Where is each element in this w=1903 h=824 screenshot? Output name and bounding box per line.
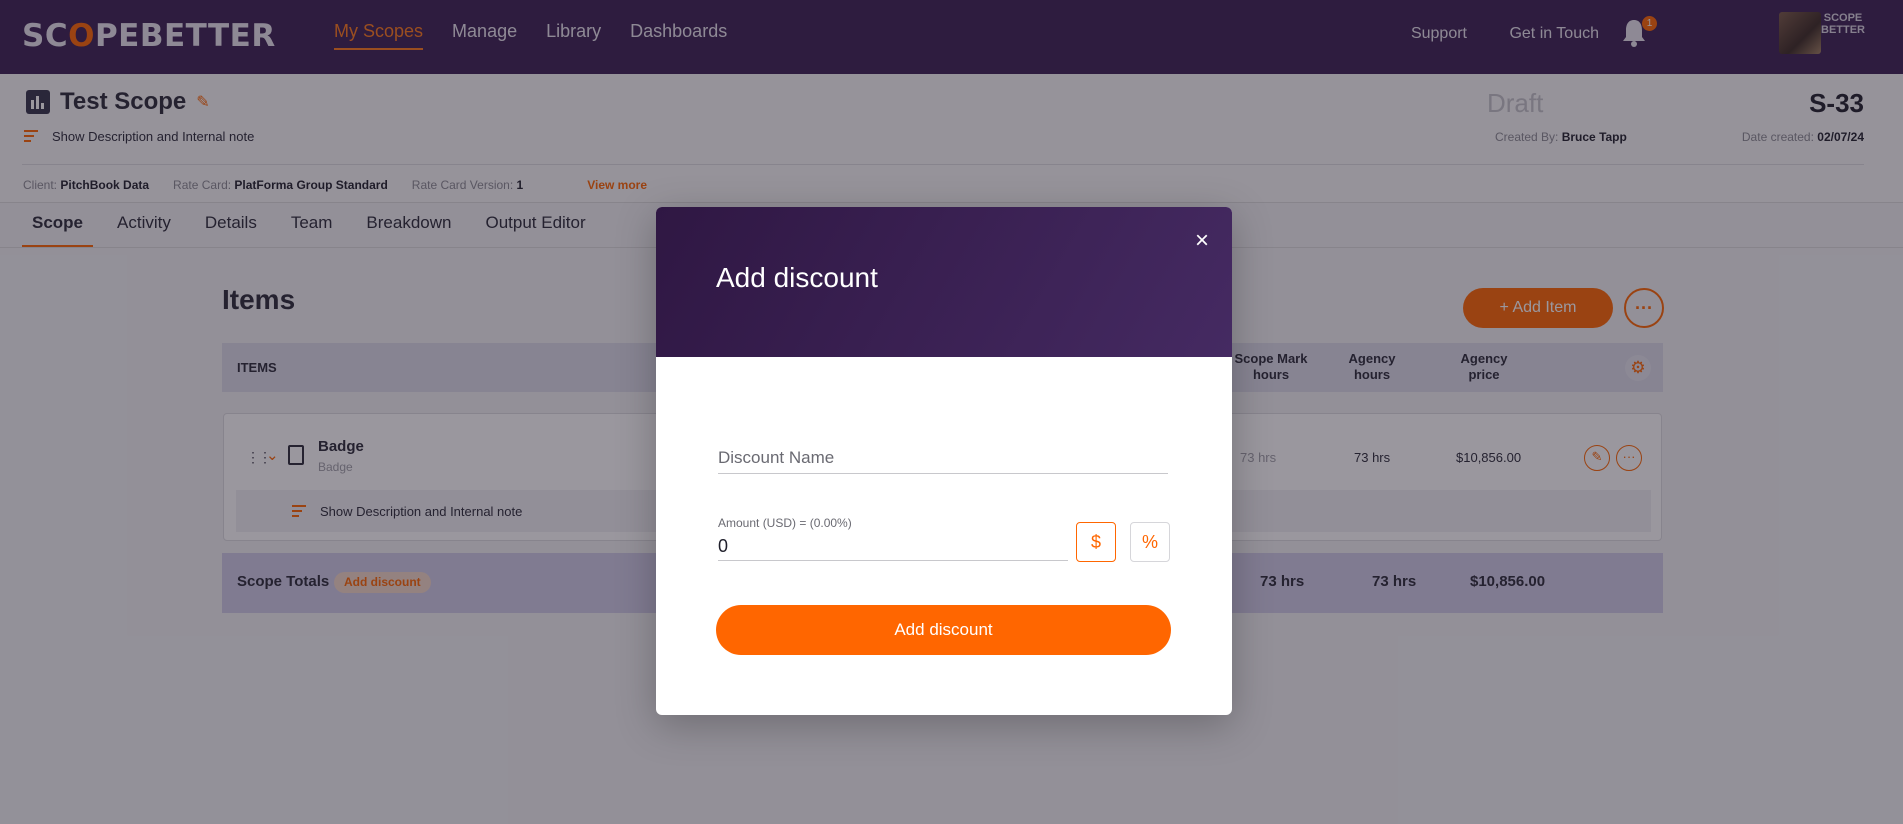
percent-toggle-button[interactable]: % <box>1130 522 1170 562</box>
amount-label: Amount (USD) = (0.00%) <box>718 516 852 530</box>
modal-title: Add discount <box>716 262 878 293</box>
add-discount-modal: Add discount × Amount (USD) = (0.00%) $ … <box>656 207 1232 715</box>
dollar-toggle-button[interactable]: $ <box>1076 522 1116 562</box>
discount-name-input[interactable] <box>718 442 1168 474</box>
modal-header: Add discount × <box>656 207 1232 357</box>
add-discount-submit-button[interactable]: Add discount <box>716 605 1171 655</box>
close-icon[interactable]: × <box>1188 227 1216 255</box>
amount-input[interactable] <box>718 533 1068 561</box>
